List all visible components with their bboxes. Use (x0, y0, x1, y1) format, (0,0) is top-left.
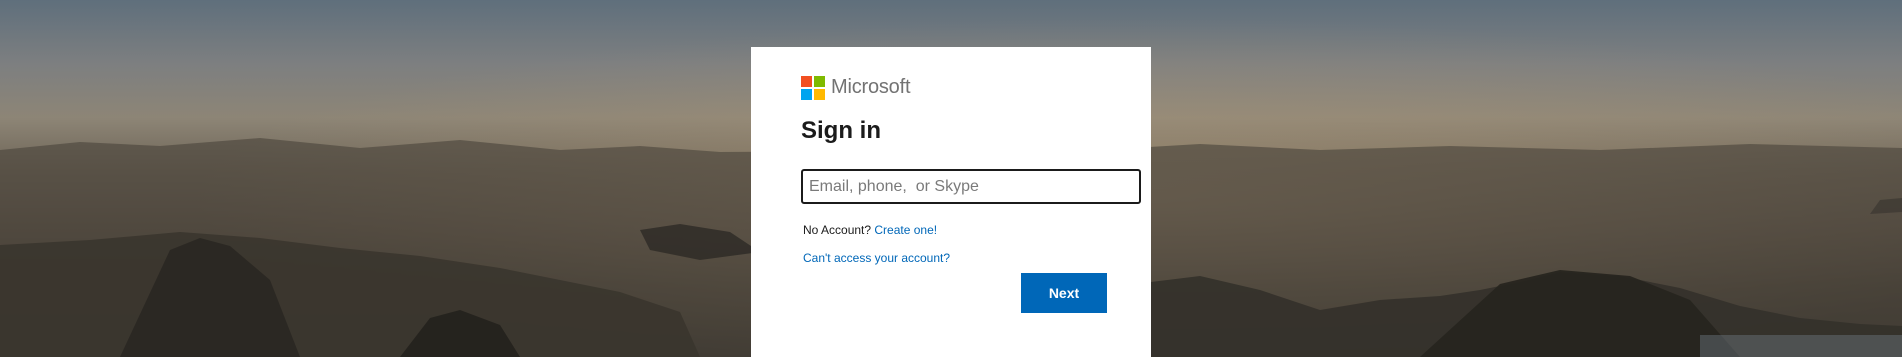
logo-green-square (814, 75, 825, 87)
next-button[interactable]: Next (1021, 273, 1107, 313)
no-account-label: No Account? (803, 223, 872, 237)
microsoft-wordmark: Microsoft (831, 76, 911, 98)
microsoft-logo: Microsoft (801, 75, 911, 100)
page-title: Sign in (801, 117, 881, 144)
cant-access-account-link[interactable]: Can't access your account? (803, 251, 950, 265)
no-account-row: No Account? Create one! (803, 223, 937, 237)
email-field[interactable] (801, 169, 1141, 204)
logo-red-square (801, 75, 812, 87)
logo-yellow-square (814, 88, 825, 100)
create-account-link[interactable]: Create one! (874, 223, 937, 237)
microsoft-logo-icon (801, 75, 825, 100)
logo-blue-square (801, 88, 812, 100)
signin-card: Microsoft Sign in No Account? Create one… (751, 47, 1151, 357)
